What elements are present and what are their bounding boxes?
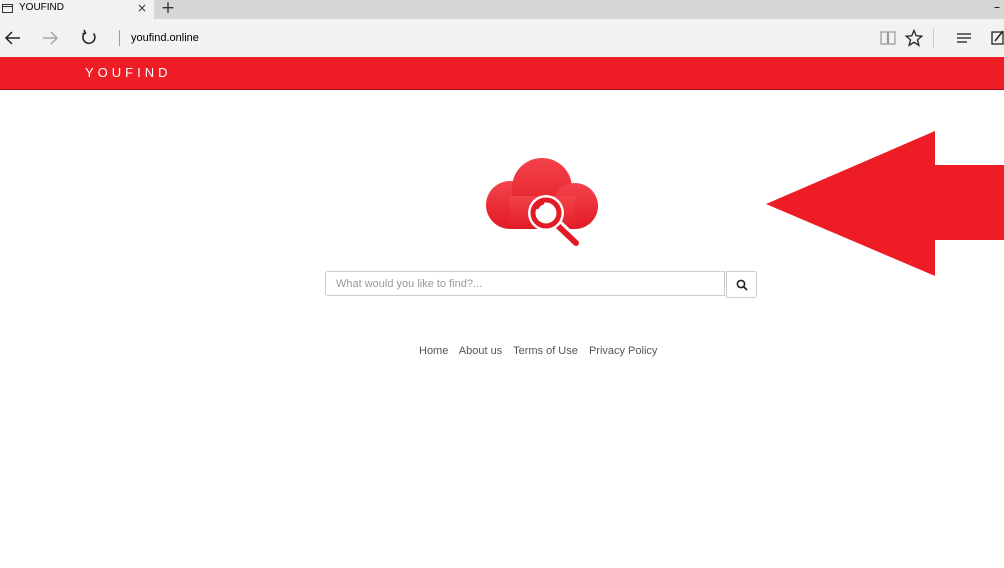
refresh-icon[interactable] [78, 27, 100, 49]
address-bar[interactable]: youfind.online [131, 32, 199, 44]
hub-lines-icon[interactable] [955, 29, 973, 47]
footer-link-privacy[interactable]: Privacy Policy [589, 345, 657, 357]
site-header: YOUFIND [0, 57, 1004, 90]
search-input[interactable] [325, 271, 725, 296]
search-button[interactable] [726, 271, 757, 298]
star-icon[interactable] [905, 29, 923, 47]
tab-bar: YOUFIND × + – [0, 0, 1004, 19]
address-separator [119, 30, 120, 46]
footer-link-terms[interactable]: Terms of Use [513, 345, 578, 357]
new-tab-button[interactable]: + [159, 0, 177, 18]
navigation-bar: youfind.online [0, 19, 1004, 57]
browser-tab[interactable]: YOUFIND × [0, 0, 154, 19]
minimize-button[interactable]: – [990, 0, 1004, 14]
footer-link-home[interactable]: Home [419, 345, 448, 357]
tab-title: YOUFIND [19, 2, 64, 13]
annotation-arrow-icon [766, 131, 1004, 276]
footer-link-about[interactable]: About us [459, 345, 502, 357]
tab-close-icon[interactable]: × [136, 1, 148, 15]
pen-note-icon[interactable] [988, 29, 1004, 47]
cloud-magnifier-icon [486, 158, 598, 249]
brand-logo-text[interactable]: YOUFIND [85, 65, 172, 80]
book-icon[interactable] [879, 29, 897, 47]
forward-arrow-icon[interactable] [39, 27, 61, 49]
page-icon [2, 4, 13, 13]
magnifier-icon [736, 279, 748, 291]
footer-links: Home About us Terms of Use Privacy Polic… [419, 345, 665, 357]
toolbar-separator [933, 28, 934, 48]
back-arrow-icon[interactable] [2, 27, 24, 49]
